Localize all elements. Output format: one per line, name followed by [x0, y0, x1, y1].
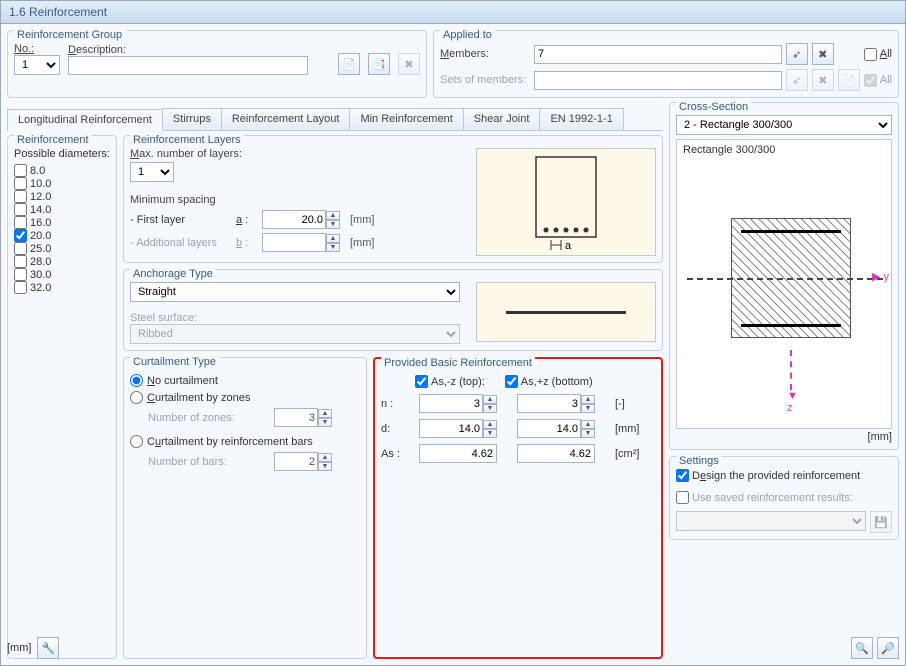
pick-icon[interactable]: ➶	[786, 43, 808, 65]
first-layer-label: - First layer	[130, 214, 230, 226]
axis-y-label: ▶ y	[872, 270, 889, 283]
remove-members-icon[interactable]: ✖	[812, 43, 834, 65]
copy-icon[interactable]: 📑	[368, 53, 390, 75]
all-sets-checkbox: All	[864, 74, 892, 87]
design-provided-checkbox[interactable]: Design the provided reinforcement	[676, 469, 860, 482]
radio-curtail-bars[interactable]: Curtailment by reinforcement bars	[130, 435, 360, 448]
as-unit: [cm²]	[615, 448, 655, 460]
steel-surface-select: Ribbed	[130, 324, 460, 344]
cross-section-select[interactable]: 2 - Rectangle 300/300	[676, 115, 892, 135]
group-applied-to-title: Applied to	[440, 29, 495, 41]
as-bottom-output	[517, 444, 595, 463]
group-layers-title: Reinforcement Layers	[130, 134, 244, 146]
diameter-28.0[interactable]: 28.0	[14, 255, 110, 268]
group-curtailment-title: Curtailment Type	[130, 356, 219, 368]
tab-stirrups[interactable]: Stirrups	[162, 108, 222, 130]
diameter-16.0[interactable]: 16.0	[14, 216, 110, 229]
remove-sets-icon: ✖	[812, 69, 834, 91]
d-unit: [mm]	[615, 423, 655, 435]
group-reinforcement-group-title: Reinforcement Group	[14, 29, 125, 41]
description-input[interactable]	[68, 56, 308, 75]
tab-layout[interactable]: Reinforcement Layout	[221, 108, 351, 130]
diameter-10.0[interactable]: 10.0	[14, 177, 110, 190]
n-label: n :	[381, 398, 411, 410]
diameter-14.0[interactable]: 14.0	[14, 203, 110, 216]
new-set-icon: 📄	[838, 69, 860, 91]
cross-section-name: Rectangle 300/300	[683, 144, 775, 156]
diameter-32.0[interactable]: 32.0	[14, 281, 110, 294]
as-top-output	[419, 444, 497, 463]
members-input[interactable]	[534, 45, 782, 64]
diameter-8.0[interactable]: 8.0	[14, 164, 110, 177]
max-layers-label: Max. number of layers:	[130, 148, 460, 160]
description-label: Description:	[68, 44, 330, 56]
d-label: d:	[381, 423, 411, 435]
mm-unit: [mm]	[350, 214, 374, 226]
sets-input	[534, 71, 782, 90]
settings-icon[interactable]: 🔧	[37, 637, 59, 659]
diameter-30.0[interactable]: 30.0	[14, 268, 110, 281]
as-top-checkbox[interactable]: As,-z (top):	[415, 375, 485, 388]
group-anchorage-title: Anchorage Type	[130, 268, 216, 280]
axis-z-label: ▼z	[787, 390, 798, 414]
members-label: Members:	[440, 48, 530, 60]
tabs: Longitudinal Reinforcement Stirrups Rein…	[7, 108, 663, 131]
bottom-mm-unit: [mm]	[7, 642, 31, 654]
num-bars-input	[274, 452, 318, 471]
group-provided-title: Provided Basic Reinforcement	[381, 357, 535, 369]
n-unit: [-]	[615, 398, 655, 410]
no-select[interactable]: 1	[14, 55, 60, 75]
as-bottom-checkbox[interactable]: As,+z (bottom)	[505, 375, 593, 388]
diameter-20.0[interactable]: 20.0	[14, 229, 110, 242]
use-saved-checkbox[interactable]: Use saved reinforcement results:	[676, 491, 853, 504]
tab-en1992[interactable]: EN 1992-1-1	[539, 108, 623, 130]
group-reinforcement-title: Reinforcement	[14, 134, 92, 146]
saved-results-select	[676, 511, 866, 531]
group-cross-section-title: Cross-Section	[676, 101, 751, 113]
additional-label: - Additional layers	[130, 237, 230, 249]
n-top-input[interactable]	[419, 394, 483, 413]
spin-up-icon[interactable]: ▲	[326, 211, 340, 220]
anchorage-diagram	[476, 282, 656, 342]
sets-label: Sets of members:	[440, 74, 530, 86]
new-icon[interactable]: 📄	[338, 53, 360, 75]
additional-input	[262, 233, 326, 252]
first-layer-input[interactable]	[262, 210, 326, 229]
min-spacing-label: Minimum spacing	[130, 194, 460, 206]
zoom-out-icon[interactable]: 🔎	[877, 637, 899, 659]
delete-icon: ✖	[398, 53, 420, 75]
pick-sets-icon: ➶	[786, 69, 808, 91]
possible-diameters-label: Possible diameters:	[14, 148, 110, 160]
radio-no-curtailment[interactable]: No curtailment	[130, 374, 360, 387]
max-layers-select[interactable]: 1	[130, 162, 174, 182]
num-zones-input	[274, 408, 318, 427]
layer-diagram: a	[476, 148, 656, 256]
n-bottom-input[interactable]	[517, 394, 581, 413]
cross-section-diagram: Rectangle 300/300 ▶ y ▼z	[676, 139, 892, 429]
as-label: As :	[381, 448, 411, 460]
radio-curtail-zones[interactable]: Curtailment by zones	[130, 391, 360, 404]
tab-longitudinal[interactable]: Longitudinal Reinforcement	[7, 109, 163, 131]
svg-text:a: a	[565, 240, 572, 252]
tab-shear[interactable]: Shear Joint	[463, 108, 541, 130]
group-settings-title: Settings	[676, 455, 722, 467]
tab-min[interactable]: Min Reinforcement	[349, 108, 463, 130]
spin-down-icon[interactable]: ▼	[326, 220, 340, 229]
d-top-input[interactable]	[419, 419, 483, 438]
anchorage-select[interactable]: Straight	[130, 282, 460, 302]
num-zones-label: Number of zones:	[148, 412, 268, 424]
zoom-in-icon[interactable]: 🔍	[851, 637, 873, 659]
diameter-25.0[interactable]: 25.0	[14, 242, 110, 255]
all-members-checkbox[interactable]: All	[864, 48, 892, 61]
no-label: No.:	[14, 43, 60, 55]
num-bars-label: Number of bars:	[148, 456, 268, 468]
steel-surface-label: Steel surface:	[130, 312, 460, 324]
save-icon: 💾	[870, 511, 892, 533]
d-bottom-input[interactable]	[517, 419, 581, 438]
diameter-12.0[interactable]: 12.0	[14, 190, 110, 203]
cross-mm-unit: [mm]	[676, 431, 892, 443]
window-title: 1.6 Reinforcement	[1, 1, 905, 24]
